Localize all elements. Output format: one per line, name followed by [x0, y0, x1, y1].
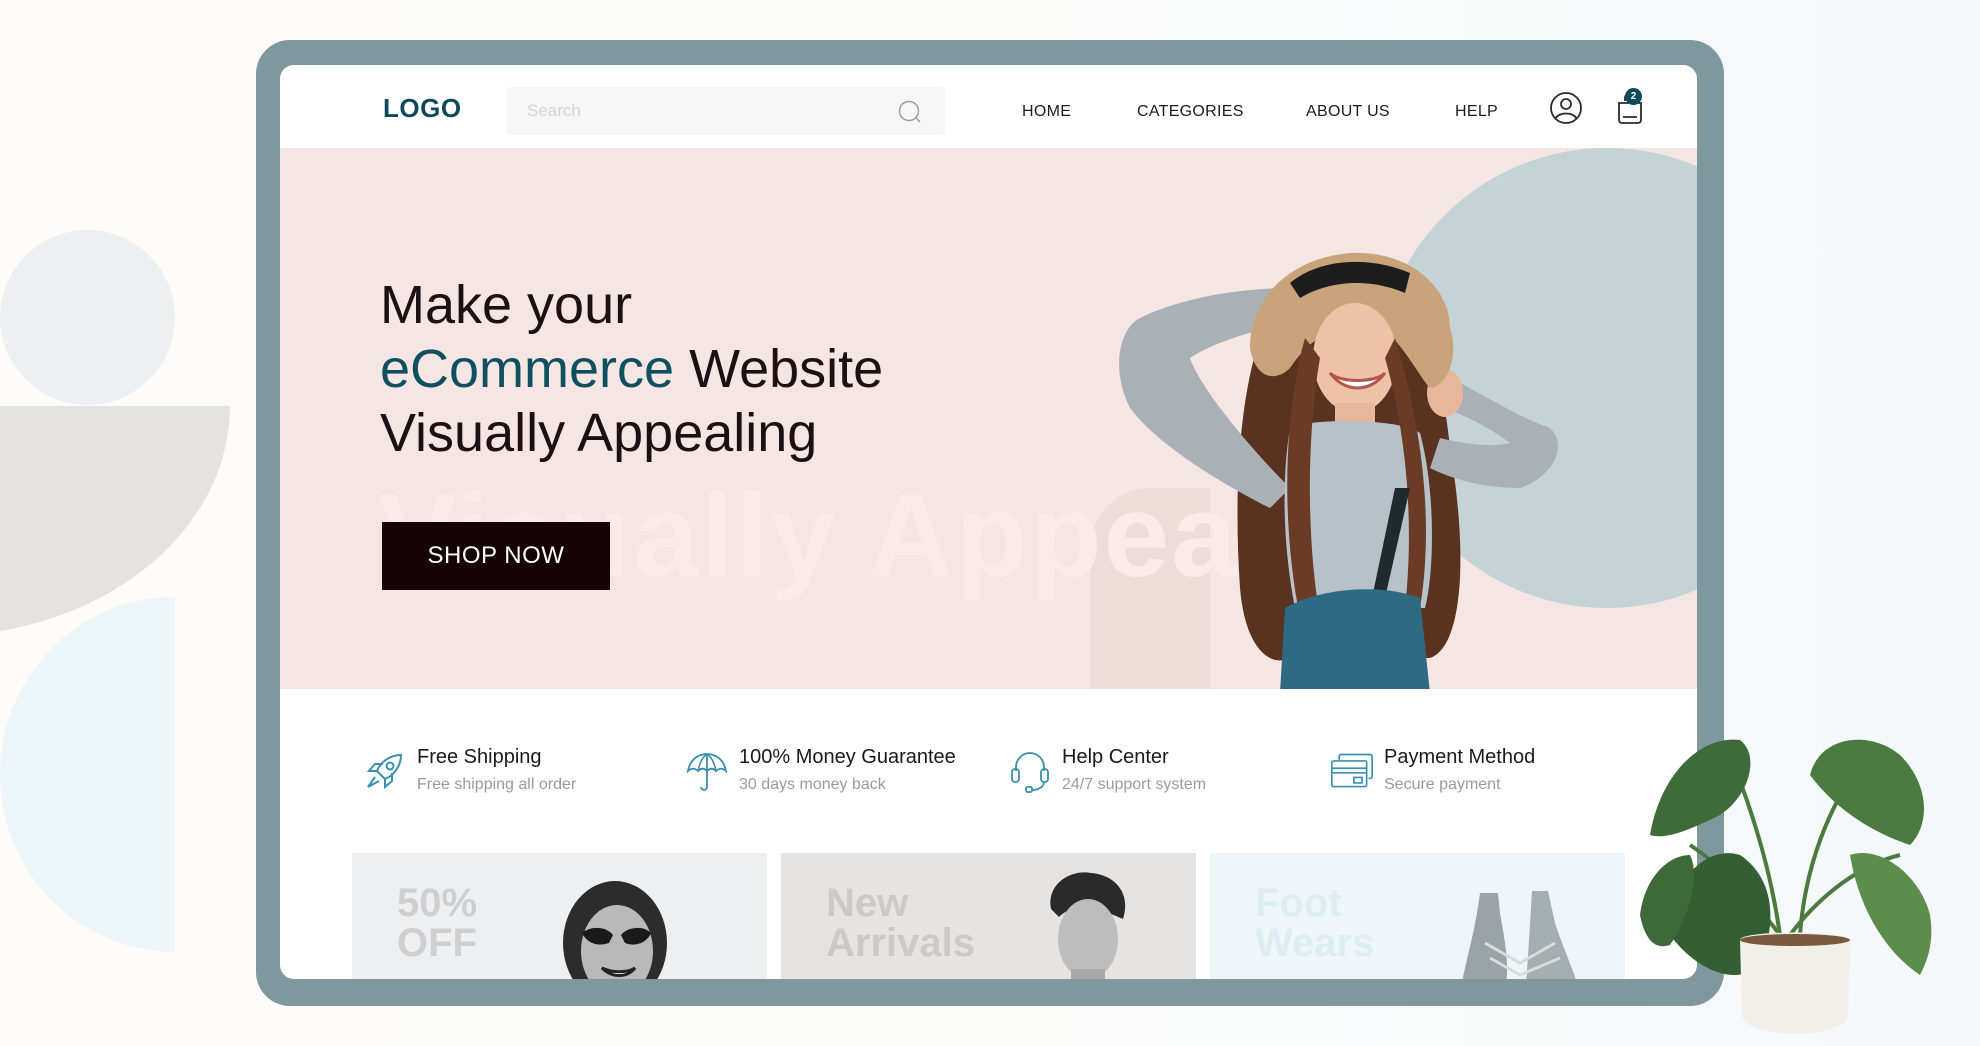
- promo-line1: 50%: [397, 881, 478, 925]
- promo-card-foot-wears[interactable]: Foot Wears: [1210, 853, 1625, 979]
- logo[interactable]: LOGO: [383, 93, 462, 124]
- feature-title: Help Center: [1062, 746, 1169, 768]
- promo-line2: Wears: [1255, 921, 1375, 965]
- hero-headline-line1: Make your: [380, 275, 633, 335]
- feature-subtitle: Free shipping all order: [417, 776, 577, 793]
- headset-icon: [1011, 752, 1049, 793]
- hero-headline-accent: eCommerce: [380, 339, 675, 399]
- nav-link-categories[interactable]: CATEGORIES: [1137, 103, 1244, 121]
- feature-subtitle: Secure payment: [1384, 776, 1501, 793]
- potted-plant-image: [1640, 739, 1932, 1034]
- promo-model-man-image: [1050, 872, 1126, 979]
- feature-subtitle: 30 days money back: [739, 776, 886, 793]
- search-icon[interactable]: [897, 99, 923, 125]
- cart-count-badge: 2: [1625, 88, 1642, 105]
- feature-title: Free Shipping: [417, 746, 542, 768]
- promo-line1: New: [826, 881, 909, 925]
- promo-card-text: Foot Wears: [1255, 883, 1374, 963]
- features-row: Free Shipping Free shipping all order 10…: [280, 689, 1697, 829]
- nav-link-help[interactable]: HELP: [1455, 103, 1498, 121]
- decorative-half-disc: [0, 597, 175, 952]
- hero-model-image: [1119, 252, 1559, 689]
- hero-headline-line2: Website: [674, 339, 884, 399]
- navbar: LOGO HOME CATEGORIES ABOUT US HELP: [280, 65, 1697, 148]
- search-input[interactable]: [527, 87, 887, 135]
- hero-headline-line3: Visually Appealing: [380, 403, 818, 463]
- search-bar: [507, 87, 945, 135]
- promo-line2: OFF: [397, 921, 477, 965]
- website-screen: LOGO HOME CATEGORIES ABOUT US HELP: [280, 65, 1697, 979]
- hero-banner: Visually Appealing Make your eCommerce W…: [280, 148, 1697, 689]
- nav-link-home[interactable]: HOME: [1022, 103, 1071, 121]
- promo-line1: Foot: [1255, 881, 1342, 925]
- decorative-circle: [0, 230, 175, 405]
- hero-headline: Make your eCommerce Website Visually App…: [380, 273, 883, 465]
- feature-subtitle: 24/7 support system: [1062, 776, 1207, 793]
- rocket-icon: [366, 753, 403, 790]
- promo-model-woman-image: [563, 881, 667, 979]
- umbrella-icon: [686, 753, 728, 791]
- promo-card-sale[interactable]: 50% OFF: [352, 853, 767, 979]
- credit-card-icon: [1331, 753, 1373, 788]
- device-frame: LOGO HOME CATEGORIES ABOUT US HELP: [256, 40, 1724, 1006]
- feature-title: 100% Money Guarantee: [739, 746, 956, 768]
- shop-now-button[interactable]: SHOP NOW: [382, 522, 610, 590]
- promo-card-text: 50% OFF: [397, 883, 477, 963]
- promo-shoes-image: [1462, 891, 1576, 979]
- nav-link-about-us[interactable]: ABOUT US: [1306, 103, 1390, 121]
- feature-title: Payment Method: [1384, 746, 1536, 768]
- promo-card-new-arrivals[interactable]: New Arrivals: [781, 853, 1196, 979]
- promo-card-text: New Arrivals: [826, 883, 975, 963]
- user-circle-icon[interactable]: [1549, 91, 1583, 125]
- decorative-half-circle: [0, 406, 230, 636]
- promo-line2: Arrivals: [826, 921, 975, 965]
